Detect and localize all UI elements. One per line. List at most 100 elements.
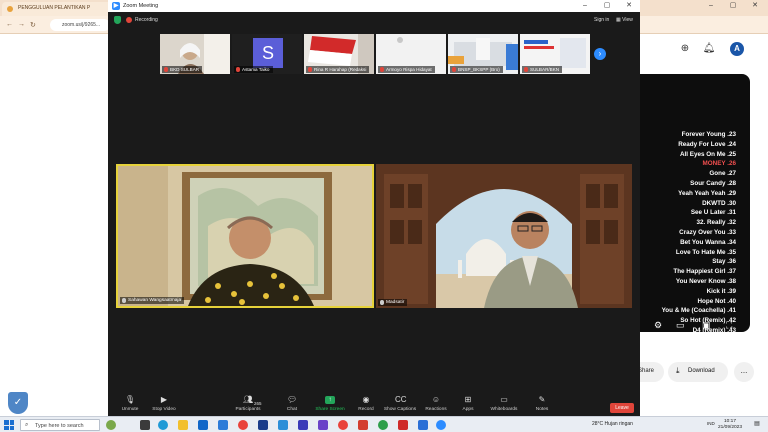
record-icon: ◉ bbox=[362, 395, 370, 404]
reload-icon[interactable]: ↻ bbox=[30, 21, 36, 29]
playlist-track: MONEY .26 bbox=[702, 160, 736, 168]
edge-icon[interactable] bbox=[158, 420, 168, 430]
tab-favicon-icon bbox=[7, 6, 13, 12]
premiere-icon[interactable] bbox=[298, 420, 308, 430]
toolbar-participants-button[interactable]: 👥︎ Participants bbox=[228, 396, 268, 413]
toolbar-share-screen-button[interactable]: ↑ Share Screen bbox=[310, 396, 350, 412]
encryption-shield-icon[interactable] bbox=[114, 16, 121, 24]
muted-mic-icon bbox=[452, 67, 456, 72]
language-indicator[interactable]: IND bbox=[707, 421, 715, 426]
thumbnail-name: Rina R Harahap (Redaksi bbox=[306, 66, 370, 73]
speaker-video[interactable]: Madsatir bbox=[376, 164, 632, 308]
app-icon-4[interactable] bbox=[378, 420, 388, 430]
zoom-window-title: Zoom Meeting bbox=[123, 2, 159, 9]
browser-window-controls: – ▢ ✕ bbox=[700, 0, 766, 12]
toolbar-apps-button[interactable]: ⊞ Apps bbox=[448, 395, 488, 413]
pdf-icon[interactable] bbox=[398, 420, 408, 430]
account-avatar[interactable]: A bbox=[730, 42, 744, 56]
zoom-taskbar-icon[interactable] bbox=[436, 420, 446, 430]
thumbnail-name-text: Armoyo Rispa Hidayat bbox=[386, 67, 432, 72]
windows-taskbar: ⌕ Type here to search 28°C Hujan ringan … bbox=[0, 416, 768, 432]
zoom-close-icon[interactable]: ✕ bbox=[618, 0, 640, 12]
toolbar-notes-button[interactable]: ✎ Notes bbox=[522, 396, 562, 413]
participant-thumbnail[interactable]: Rina R Harahap (Redaksi bbox=[304, 34, 374, 74]
back-icon[interactable]: ← bbox=[6, 21, 13, 28]
playlist-track: The Happiest Girl .37 bbox=[673, 268, 736, 276]
maximize-icon[interactable]: ▢ bbox=[722, 0, 744, 12]
toolbar-whiteboards-button[interactable]: ▭ Whiteboards bbox=[484, 396, 524, 413]
muted-mic-icon bbox=[380, 67, 384, 72]
weather-widget[interactable]: 28°C Hujan ringan bbox=[592, 421, 633, 427]
security-shield-icon[interactable]: ✓ bbox=[8, 392, 28, 414]
playlist-track: Yeah Yeah Yeah .29 bbox=[678, 189, 736, 197]
meeting-toolbar: 🎙︎ Unmute ▶ Stop Video 👥︎ Participants 💬︎ Chat ↑… bbox=[108, 394, 640, 418]
app-icon-3[interactable] bbox=[358, 420, 368, 430]
close-icon[interactable]: ✕ bbox=[744, 0, 766, 12]
toolbar-show-captions-button[interactable]: CC Show Captions bbox=[380, 396, 420, 413]
download-button[interactable]: ⤓ Download bbox=[668, 362, 728, 382]
browser-tab[interactable]: PENGGULUAN PELANTIKAN P bbox=[2, 2, 112, 16]
participant-thumbnail[interactable]: S Astama Taiko bbox=[232, 34, 302, 74]
share-screen-icon: ↑ bbox=[325, 396, 335, 404]
clock-date: 21/09/2023 bbox=[718, 425, 743, 430]
view-button[interactable]: ▦ View bbox=[616, 17, 633, 23]
participant-thumbnail[interactable]: BNSP_BKSPP (Bro) bbox=[448, 34, 518, 74]
playlist-track: 32. Really .32 bbox=[696, 219, 736, 227]
task-view-icon[interactable] bbox=[140, 420, 150, 430]
taskbar-search-input[interactable]: ⌕ Type here to search bbox=[20, 419, 100, 431]
zoom-minimize-icon[interactable]: – bbox=[574, 0, 596, 12]
search-icon: ⌕ bbox=[25, 422, 29, 428]
download-label: Download bbox=[688, 368, 715, 374]
playlist-track: Forever Young .23 bbox=[681, 131, 736, 138]
mic-icon bbox=[122, 298, 126, 303]
windows-start-icon[interactable] bbox=[4, 420, 14, 430]
create-icon[interactable]: ⊕ bbox=[678, 42, 692, 56]
sign-in-button[interactable]: Sign in bbox=[594, 17, 609, 23]
muted-mic-icon bbox=[308, 67, 312, 72]
minimize-icon[interactable]: – bbox=[700, 0, 722, 12]
next-page-chevron-icon[interactable]: › bbox=[594, 48, 606, 60]
app-icon[interactable] bbox=[278, 420, 288, 430]
toolbar-stop-video-button[interactable]: ▶ Stop Video bbox=[144, 396, 184, 413]
clock[interactable]: 10:17 21/09/2023 bbox=[718, 419, 742, 431]
leave-button[interactable]: Leave bbox=[610, 403, 634, 413]
mail-icon[interactable] bbox=[198, 420, 208, 430]
zoom-topbar: Recording Sign in ▦ View bbox=[108, 12, 640, 28]
clock-time: 10:17 bbox=[724, 419, 737, 424]
subtitles-icon[interactable]: ▭ bbox=[676, 320, 685, 331]
participant-thumbnail[interactable]: SULBAR/BKN bbox=[520, 34, 590, 74]
fullscreen-icon[interactable]: ⛶ bbox=[726, 320, 732, 331]
store-icon[interactable] bbox=[218, 420, 228, 430]
participant-thumbnail[interactable]: BKD SULBAR bbox=[160, 34, 230, 74]
widget-tree-icon[interactable] bbox=[106, 420, 116, 430]
playlist-track: You Never Know .38 bbox=[675, 277, 736, 285]
address-input[interactable]: zoom.us/j/9265... bbox=[50, 19, 110, 31]
thumbnail-name-text: BKD SULBAR bbox=[170, 67, 200, 72]
playlist-track: So Hot (Remix) .42 bbox=[680, 317, 736, 325]
playlist-track: Ready For Love .24 bbox=[678, 140, 736, 148]
notification-icon[interactable]: ▤ bbox=[752, 420, 762, 430]
participant-thumbnail[interactable]: Armoyo Rispa Hidayat bbox=[376, 34, 446, 74]
settings-gear-icon[interactable]: ⚙ bbox=[654, 320, 662, 331]
app-icon-5[interactable] bbox=[418, 420, 428, 430]
toolbar-label: Notes bbox=[535, 407, 549, 412]
photoshop-icon[interactable] bbox=[258, 420, 268, 430]
zoom-meeting-window: ▶ Zoom Meeting – ▢ ✕ Recording Sign in ▦… bbox=[108, 0, 640, 418]
forward-icon[interactable]: → bbox=[18, 21, 25, 28]
more-button[interactable]: ... bbox=[734, 362, 754, 382]
zoom-maximize-icon[interactable]: ▢ bbox=[596, 0, 618, 12]
chrome-icon-2[interactable] bbox=[338, 420, 348, 430]
video-player[interactable]: Forever Young .23 Ready For Love .24 All E… bbox=[640, 74, 750, 332]
file-explorer-icon[interactable] bbox=[178, 420, 188, 430]
toolbar-chat-button[interactable]: 💬︎ Chat bbox=[272, 395, 312, 413]
bell-icon[interactable]: 🔔︎ bbox=[702, 42, 716, 56]
app-icon-2[interactable] bbox=[318, 420, 328, 430]
miniplayer-icon[interactable]: ▣ bbox=[702, 320, 711, 331]
playlist-track: Crazy Over You .33 bbox=[679, 228, 736, 236]
zoom-window-controls: – ▢ ✕ bbox=[574, 0, 640, 12]
thumbnail-name-text: Astama Taiko bbox=[242, 67, 270, 72]
speaker-video-active[interactable]: Sahawan Wangsaatmaja bbox=[116, 164, 374, 308]
chrome-icon[interactable] bbox=[238, 420, 248, 430]
chat-icon: 💬︎ bbox=[287, 395, 298, 404]
apps-icon: ⊞ bbox=[464, 395, 472, 404]
